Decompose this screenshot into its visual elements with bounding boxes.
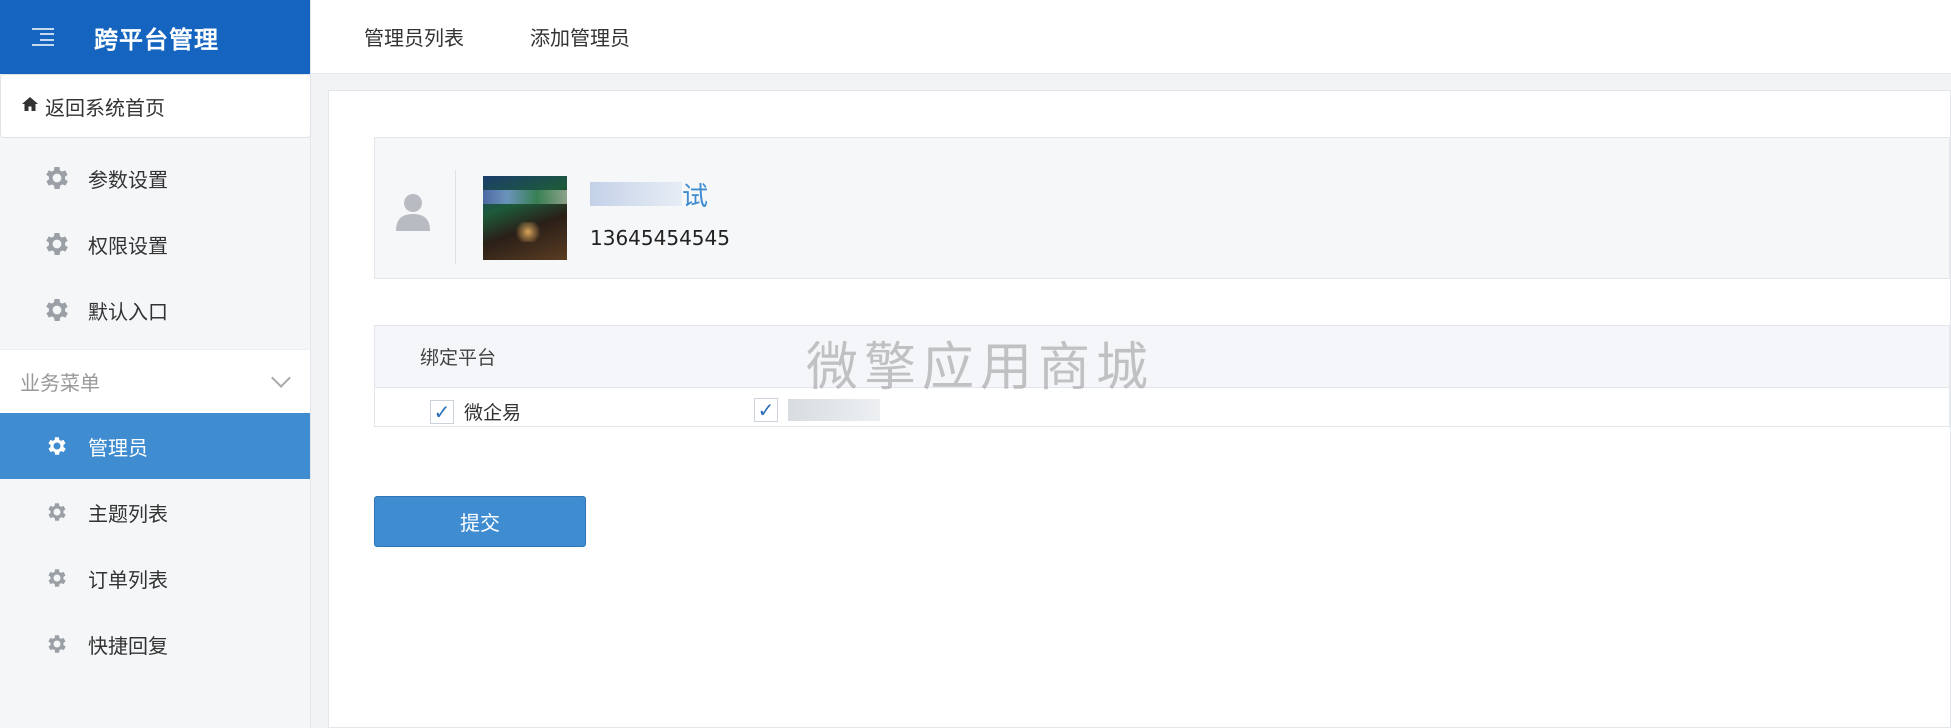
sidebar: 跨平台管理 返回系统首页 参数设置 权限设置 默认入口 业务菜单 管理员 主题列… bbox=[0, 0, 311, 728]
checkbox-checked[interactable]: ✓ bbox=[754, 398, 778, 422]
chevron-down-icon bbox=[271, 367, 291, 388]
sidebar-item-label: 管理员 bbox=[88, 435, 148, 460]
sidebar-item-admin[interactable]: 管理员 bbox=[0, 413, 310, 479]
home-link[interactable]: 返回系统首页 bbox=[0, 74, 311, 138]
user-name-visible: 试 bbox=[682, 182, 709, 212]
redaction-mask bbox=[590, 182, 682, 206]
sidebar-item-label: 权限设置 bbox=[88, 233, 168, 258]
submit-button[interactable]: 提交 bbox=[374, 496, 586, 547]
bind-platform-row: ✓ 微企易 ✓ bbox=[375, 388, 1949, 426]
user-phone: 13645454545 bbox=[590, 226, 730, 250]
top-nav: 管理员列表 添加管理员 bbox=[311, 0, 1951, 74]
main-panel: 试 13645454545 绑定平台 ✓ 微企易 ✓ 提交 bbox=[328, 90, 1951, 728]
menu-indent-icon[interactable] bbox=[32, 26, 54, 48]
sidebar-item-label: 默认入口 bbox=[88, 299, 168, 324]
platform-option-weiqiyi[interactable]: ✓ 微企易 bbox=[430, 398, 521, 425]
home-link-label: 返回系统首页 bbox=[45, 95, 165, 120]
user-name[interactable]: 试 bbox=[590, 176, 708, 213]
gear-icon bbox=[46, 233, 68, 255]
gear-icon bbox=[48, 569, 66, 587]
sidebar-item-label: 参数设置 bbox=[88, 167, 168, 192]
bind-platform-header: 绑定平台 bbox=[375, 326, 1949, 388]
sidebar-item-topics[interactable]: 主题列表 bbox=[0, 479, 310, 545]
platform-label: 微企易 bbox=[464, 402, 522, 424]
sidebar-item-default-entry[interactable]: 默认入口 bbox=[0, 277, 310, 343]
section-label: 业务菜单 bbox=[20, 371, 100, 395]
user-avatar bbox=[483, 176, 567, 260]
sidebar-item-label: 主题列表 bbox=[88, 501, 168, 526]
sidebar-item-quick-reply[interactable]: 快捷回复 bbox=[0, 611, 310, 677]
tab-admin-list[interactable]: 管理员列表 bbox=[364, 22, 464, 51]
tab-add-admin[interactable]: 添加管理员 bbox=[530, 22, 630, 51]
gear-icon bbox=[48, 635, 66, 653]
gear-icon bbox=[48, 437, 66, 455]
brand-title: 跨平台管理 bbox=[94, 25, 219, 54]
user-card: 试 13645454545 bbox=[374, 137, 1950, 279]
sidebar-item-label: 快捷回复 bbox=[88, 633, 168, 658]
checkbox-checked[interactable]: ✓ bbox=[430, 399, 454, 424]
sidebar-item-permissions[interactable]: 权限设置 bbox=[0, 211, 310, 277]
gear-icon bbox=[46, 167, 68, 189]
sidebar-item-label: 订单列表 bbox=[88, 567, 168, 592]
gear-icon bbox=[46, 299, 68, 321]
sidebar-item-params[interactable]: 参数设置 bbox=[0, 145, 310, 211]
sidebar-item-orders[interactable]: 订单列表 bbox=[0, 545, 310, 611]
bind-platform-table: 绑定平台 ✓ 微企易 ✓ bbox=[374, 325, 1950, 427]
divider bbox=[455, 170, 456, 264]
user-icon bbox=[396, 194, 430, 231]
section-business-menu[interactable]: 业务菜单 bbox=[0, 349, 310, 413]
platform-option-redacted[interactable]: ✓ bbox=[754, 398, 880, 422]
brand-bar: 跨平台管理 bbox=[0, 0, 310, 74]
home-icon bbox=[21, 96, 39, 117]
redaction-mask bbox=[788, 399, 880, 421]
watermark: 微擎应用商城 bbox=[806, 338, 1155, 398]
gear-icon bbox=[48, 503, 66, 521]
